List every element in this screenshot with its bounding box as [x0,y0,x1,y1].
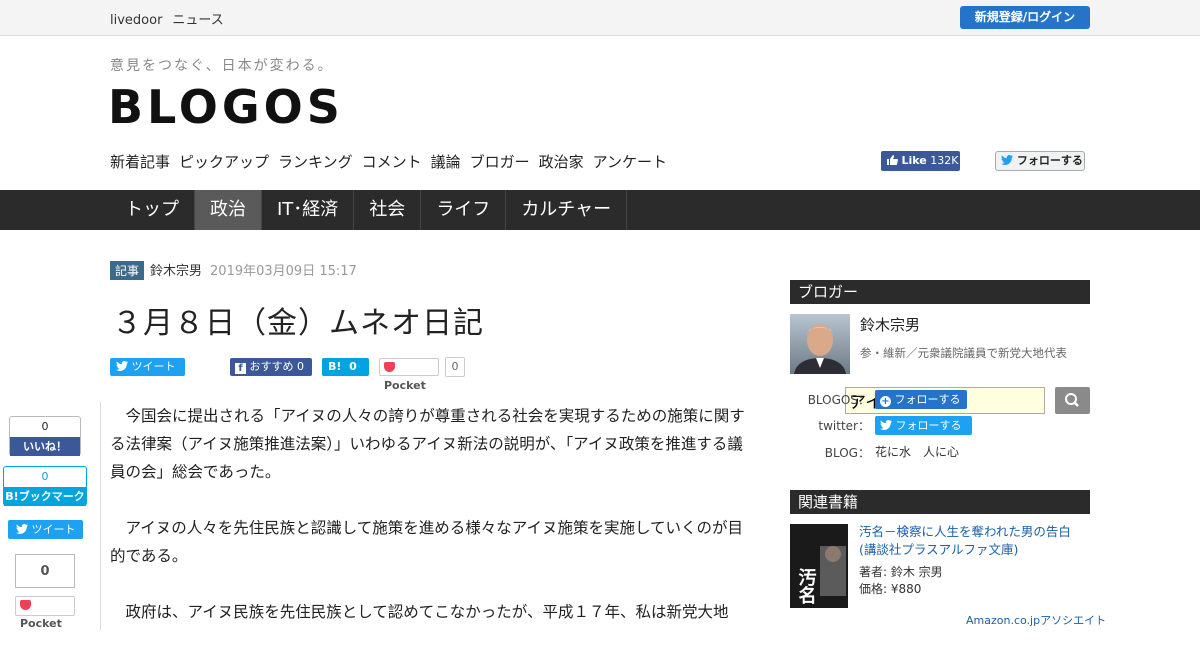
floating-tweet-button[interactable]: ツイート [8,520,83,539]
subnav-blogger[interactable]: ブロガー [470,153,530,171]
sidebar-twitter-follow-button[interactable]: フォローする [875,416,972,435]
share-pocket-button[interactable]: Pocket [379,358,439,392]
article-body: 今国会に提出される「アイヌの人々の誇りが尊重される社会を実現するための施策に関す… [110,402,755,654]
search-button[interactable] [1055,387,1090,414]
search-icon [1065,393,1079,407]
article-tag[interactable]: 記事 [110,261,145,280]
hatena-icon: B! [328,360,342,373]
twitter-bird-icon [116,361,128,371]
blogos-label: BLOGOS： [807,393,870,407]
book-price: 価格: ¥880 [859,582,922,596]
related-books-heading: 関連書籍 [790,490,1090,514]
article-meta: 記事 鈴木宗男 2019年03月09日 15:17 [110,260,357,280]
book-cover[interactable]: 汚名 [790,524,848,608]
blog-label: BLOG： [824,446,870,460]
share-tweet-button[interactable]: ツイート [110,358,185,376]
subnav-survey[interactable]: アンケート [593,153,667,171]
floating-pocket-label: Pocket [20,617,62,630]
blogger-heading: ブロガー [790,280,1090,304]
floating-hatena-count: 0 [41,470,49,483]
nav-item[interactable]: ライフ [421,190,507,230]
floating-pocket-count: 0 [15,554,75,588]
pocket-icon [20,600,31,610]
subnav-discussion[interactable]: 議論 [431,153,461,171]
book-title-link[interactable]: 汚名－検察に人生を奪われた男の告白 (講談社プラスアルファ文庫) [859,523,1091,559]
share-facebook-button[interactable]: f おすすめ 0 [230,358,312,376]
blogger-name[interactable]: 鈴木宗男 [860,314,920,335]
article-paragraph: 政府は、アイヌ民族を先住民族として認めてこなかったが、平成１７年、私は新党大地 [125,603,729,621]
twitter-follow-button[interactable]: フォローする [995,151,1085,171]
subnav-ranking[interactable]: ランキング [278,153,353,171]
sub-navigation: 新着記事 ピックアップ ランキング コメント 議論 ブロガー 政治家 アンケート [110,151,676,172]
top-bar: livedoor ニュース 新規登録/ログイン [0,0,1200,36]
subnav-comment[interactable]: コメント [362,153,422,171]
subnav-politician[interactable]: 政治家 [539,153,584,171]
register-login-button[interactable]: 新規登録/ログイン [960,6,1090,29]
book-cover-title: 汚名 [796,568,817,605]
brand-livedoor: livedoor [110,13,163,28]
fb-like-count: 132K [930,154,959,167]
facebook-like-button[interactable]: Like 132K [881,151,960,171]
livedoor-brand[interactable]: livedoor ニュース [110,9,234,28]
share-facebook-label: おすすめ 0 [249,360,305,373]
floating-like-count: 0 [41,420,49,433]
twitter-bird-icon [16,524,28,534]
blog-link[interactable]: 花に水 人に心 [875,443,959,460]
thumbs-up-icon [887,155,898,165]
share-pocket-label: Pocket [384,379,426,392]
blogos-follow-label: フォローする [894,393,961,406]
main-navigation: トップ 政治 IT･経済 社会 ライフ カルチャー [0,190,1200,414]
article-date: 2019年03月09日 15:17 [210,264,357,279]
share-tweet-label: ツイート [131,360,176,373]
nav-item[interactable]: 社会 [354,190,422,230]
floating-tweet-label: ツイート [31,523,76,536]
book-author: 著者: 鈴木 宗男 [859,565,943,579]
brand-news: ニュース [172,13,224,28]
blogos-logo[interactable]: BLOGOS [108,80,344,134]
floating-like-label: いいね！ [10,437,80,456]
nav-item[interactable]: IT･経済 [262,190,355,230]
nav-item[interactable]: カルチャー [506,190,628,230]
article-divider [100,402,101,630]
share-hatena-count: 0 [349,360,357,373]
share-pocket-count: 0 [445,357,465,377]
blogger-avatar[interactable] [790,314,850,374]
article-author[interactable]: 鈴木宗男 [150,264,202,279]
floating-pocket-button[interactable]: Pocket [15,596,75,630]
person-photo-icon [794,324,846,374]
pocket-icon [384,362,395,372]
plus-icon: + [880,396,891,407]
book-cover-art: 汚名 [790,524,848,608]
amazon-associate-link[interactable]: Amazon.co.jpアソシエイト [966,612,1106,628]
subnav-new[interactable]: 新着記事 [110,153,170,171]
twitter-bird-icon [1001,155,1013,165]
floating-like-button[interactable]: 0 いいね！ [9,416,81,456]
article-title: ３月８日（金）ムネオ日記 [112,306,484,341]
floating-hatena-button[interactable]: 0 B!ブックマーク [3,466,87,506]
tagline: 意見をつなぐ、日本が変わる。 [110,58,334,74]
article-paragraph: アイヌの人々を先住民族と認識して施策を進める様々なアイヌ施策を実施していくのが目… [110,519,744,565]
nav-item[interactable]: 政治 [195,190,262,230]
twitter-bird-icon [880,420,892,430]
nav-item[interactable]: トップ [110,190,195,230]
article-paragraph: 今国会に提出される「アイヌの人々の誇りが尊重される社会を実現するための施策に関す… [110,407,745,481]
facebook-icon: f [235,363,246,374]
sidebar-twitter-follow-label: フォローする [895,419,962,432]
subnav-pickup[interactable]: ピックアップ [179,153,269,171]
twitter-follow-label: フォローする [1016,154,1083,167]
blogger-description: 参・維新／元衆議院議員で新党大地代表 [860,346,1067,360]
twitter-label: twitter： [818,419,870,433]
blogos-follow-button[interactable]: + フォローする [875,390,967,409]
share-hatena-button[interactable]: B! 0 [322,358,369,376]
fb-like-label: Like [901,154,927,167]
floating-hatena-label: B!ブックマーク [4,487,86,506]
